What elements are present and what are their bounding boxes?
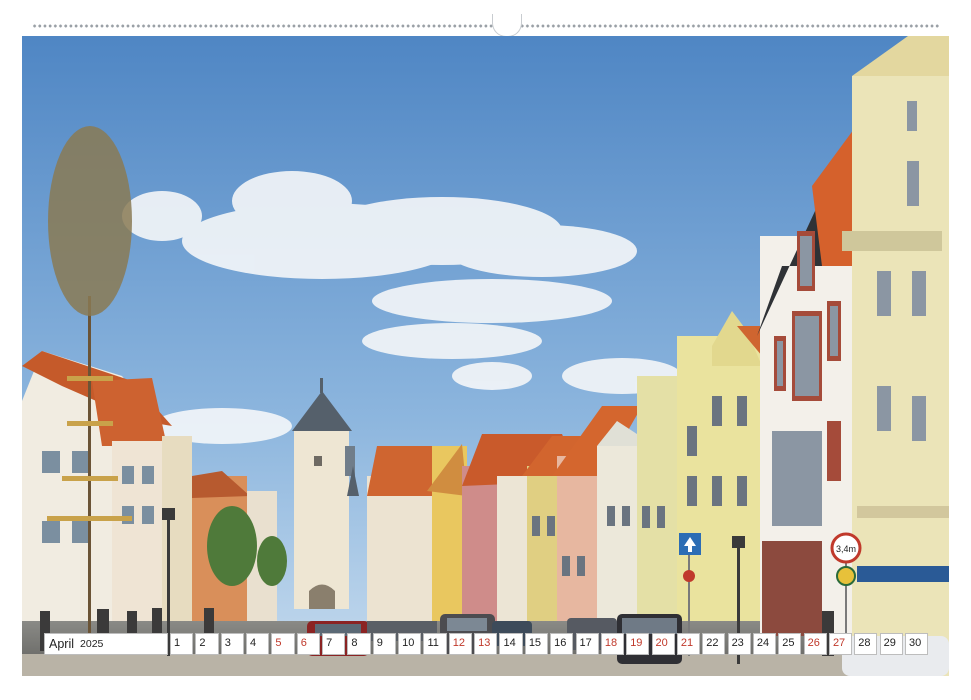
month-label-box: April 2025 — [44, 633, 168, 655]
day-cell: 21 — [676, 633, 701, 655]
day-cell: 22 — [702, 633, 726, 655]
day-cell: 26 — [803, 633, 827, 655]
day-cell: 13 — [474, 633, 498, 655]
day-cell: 8 — [347, 633, 371, 655]
month-year: 2025 — [80, 638, 104, 650]
day-cell: 27 — [828, 633, 853, 655]
hanger-notch — [492, 14, 522, 37]
day-cell: 28 — [854, 633, 878, 655]
day-cell: 10 — [398, 633, 422, 655]
day-cell: 19 — [626, 633, 650, 655]
day-cell: 29 — [879, 633, 903, 655]
day-cell: 23 — [727, 633, 751, 655]
day-cell: 6 — [296, 633, 320, 655]
day-cell: 30 — [904, 633, 929, 655]
day-cell: 1 — [170, 633, 194, 655]
spiral-holes — [32, 24, 939, 28]
day-cell: 24 — [752, 633, 777, 655]
day-cell: 20 — [651, 633, 675, 655]
day-cell: 5 — [271, 633, 295, 655]
day-cell: 17 — [575, 633, 599, 655]
day-cell: 7 — [322, 633, 346, 655]
day-cell: 3 — [220, 633, 244, 655]
day-cell: 18 — [600, 633, 624, 655]
day-cells: 1 2 3 4 5 6 7 8 9 10 11 12 13 14 15 16 17 18 19 20 21 22 23 24 2… — [170, 633, 929, 655]
day-cell: 9 — [372, 633, 396, 655]
day-cell: 12 — [448, 633, 472, 655]
day-cell: 25 — [778, 633, 802, 655]
day-cell: 16 — [550, 633, 574, 655]
height-limit-sign: 3,4m — [836, 544, 856, 554]
day-cell: 2 — [195, 633, 219, 655]
day-cell: 15 — [524, 633, 548, 655]
street-scene-image: 3,4m — [22, 36, 949, 676]
calendar-strip: April 2025 1 2 3 4 5 6 7 8 9 10 11 12 13 14 15 16 17 18 19… — [44, 633, 929, 655]
day-cell: 4 — [246, 633, 270, 655]
day-cell: 11 — [423, 633, 447, 655]
day-cell: 14 — [499, 633, 523, 655]
month-name: April — [49, 637, 75, 651]
calendar-binding — [22, 0, 949, 37]
calendar-photo: 3,4m — [22, 36, 949, 676]
